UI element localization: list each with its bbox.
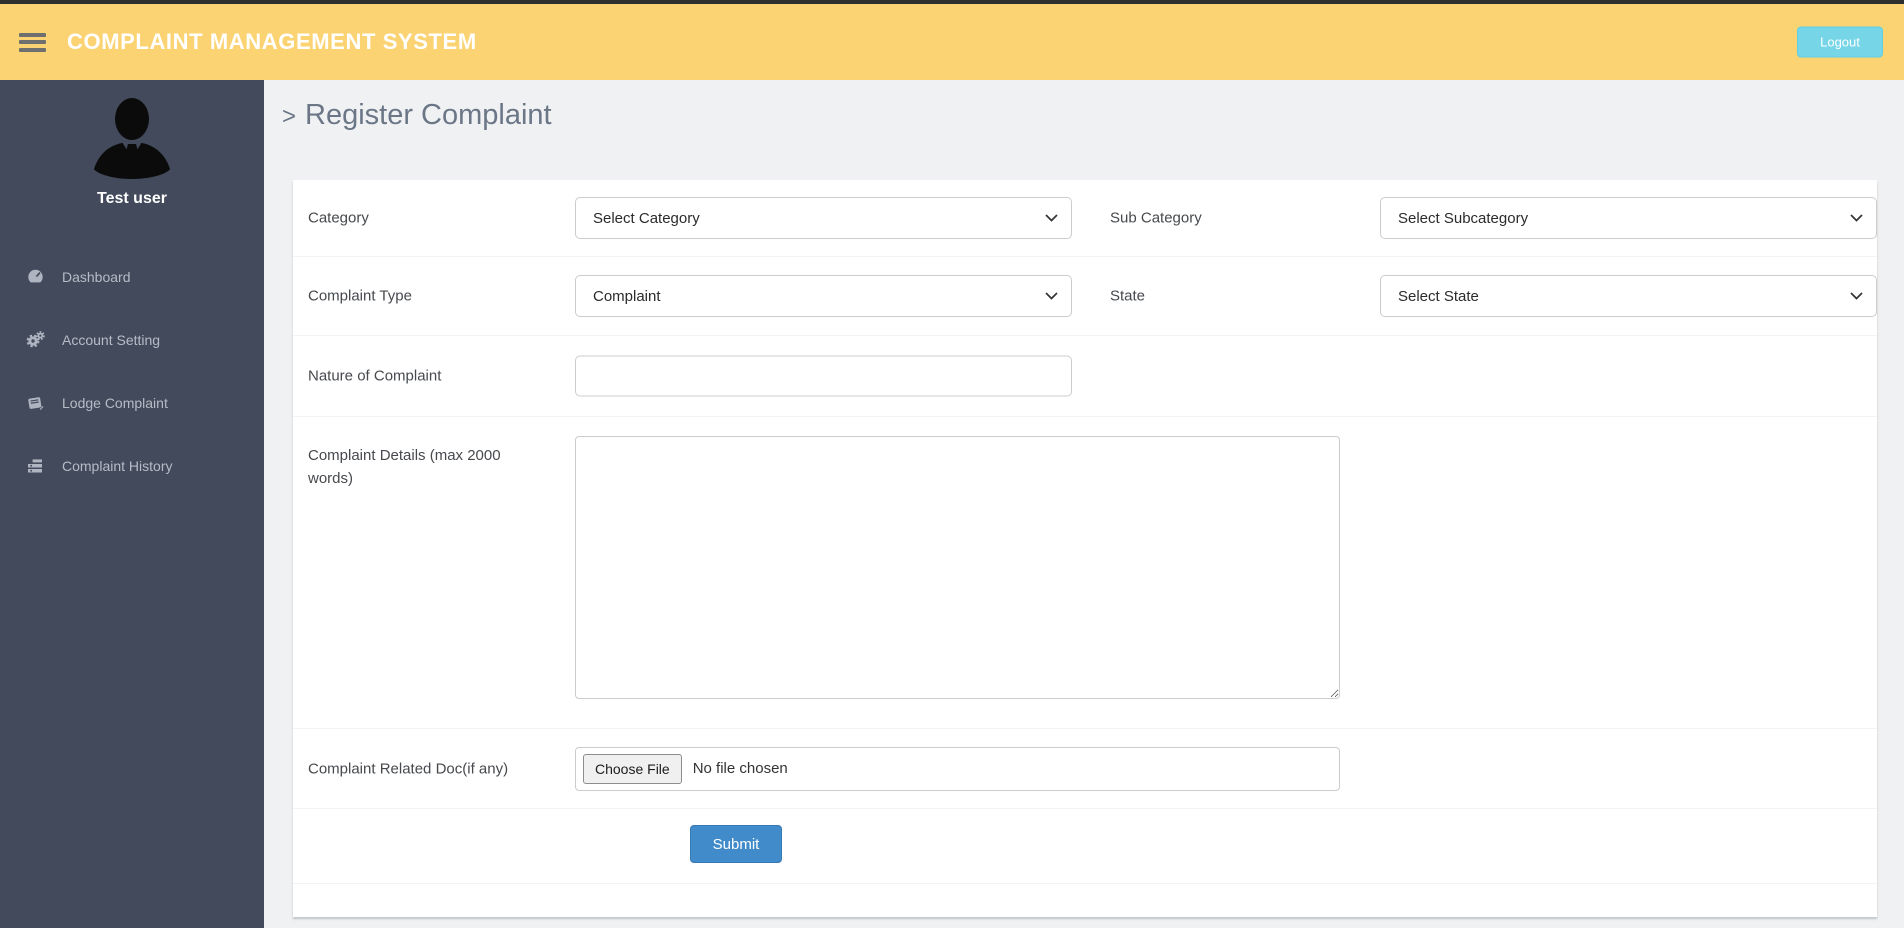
sub-category-label: Sub Category: [1110, 209, 1202, 227]
sidebar-item-complaint-history[interactable]: Complaint History: [0, 434, 264, 497]
logout-button[interactable]: Logout: [1797, 26, 1883, 58]
form-row-nature: Nature of Complaint: [293, 336, 1877, 417]
form-row-details: Complaint Details (max 2000 words): [293, 417, 1877, 729]
gears-icon: [26, 331, 45, 348]
category-label: Category: [308, 209, 369, 227]
user-avatar-icon: [94, 98, 170, 179]
sidebar: Test user Dashboard Account Setting Lodg…: [0, 80, 264, 928]
sidebar-item-account-setting[interactable]: Account Setting: [0, 308, 264, 371]
sidebar-item-dashboard[interactable]: Dashboard: [0, 245, 264, 308]
nature-of-complaint-label: Nature of Complaint: [308, 367, 442, 385]
user-profile: Test user: [0, 80, 264, 208]
breadcrumb-chevron-icon: >: [282, 103, 297, 130]
nature-of-complaint-input[interactable]: [575, 355, 1072, 397]
page-title: > Register Complaint: [282, 99, 552, 132]
submit-button[interactable]: Submit: [690, 825, 782, 863]
sidebar-menu: Dashboard Account Setting Lodge Complain…: [0, 245, 264, 497]
category-select[interactable]: Select Category: [575, 197, 1072, 239]
app-header: COMPLAINT MANAGEMENT SYSTEM Logout: [0, 4, 1904, 80]
list-icon: [26, 458, 45, 474]
state-select[interactable]: Select State: [1380, 275, 1877, 317]
sub-category-select[interactable]: Select Subcategory: [1380, 197, 1877, 239]
register-complaint-form: Category Select Category Sub Category Se…: [293, 180, 1877, 917]
dashboard-icon: [26, 269, 45, 285]
main-content: > Register Complaint Category Select Cate…: [264, 80, 1904, 928]
form-row-doc: Complaint Related Doc(if any) Choose Fil…: [293, 729, 1877, 809]
hamburger-menu-icon[interactable]: [19, 32, 46, 52]
file-status-text: No file chosen: [692, 760, 788, 777]
sidebar-item-lodge-complaint[interactable]: Lodge Complaint: [0, 371, 264, 434]
choose-file-button[interactable]: Choose File: [583, 753, 682, 784]
book-icon: [26, 395, 45, 411]
related-doc-label: Complaint Related Doc(if any): [308, 760, 509, 777]
complaint-details-label: Complaint Details (max 2000 words): [308, 447, 501, 488]
app-title: COMPLAINT MANAGEMENT SYSTEM: [67, 29, 477, 54]
form-row-category: Category Select Category Sub Category Se…: [293, 180, 1877, 257]
form-row-submit: Submit: [293, 809, 1877, 884]
username: Test user: [97, 190, 167, 207]
page-title-text: Register Complaint: [305, 99, 552, 131]
complaint-type-label: Complaint Type: [308, 287, 412, 305]
file-upload-field[interactable]: Choose File No file chosen: [575, 746, 1340, 791]
complaint-details-textarea[interactable]: [575, 436, 1340, 699]
state-label: State: [1110, 287, 1146, 305]
sidebar-item-label: Dashboard: [62, 268, 131, 285]
form-row-type-state: Complaint Type Complaint State Select St…: [293, 257, 1877, 336]
sidebar-item-label: Account Setting: [62, 331, 161, 348]
sidebar-item-label: Lodge Complaint: [62, 394, 168, 411]
card-footer: [293, 884, 1877, 915]
complaint-type-select[interactable]: Complaint: [575, 275, 1072, 317]
sidebar-item-label: Complaint History: [62, 457, 173, 474]
